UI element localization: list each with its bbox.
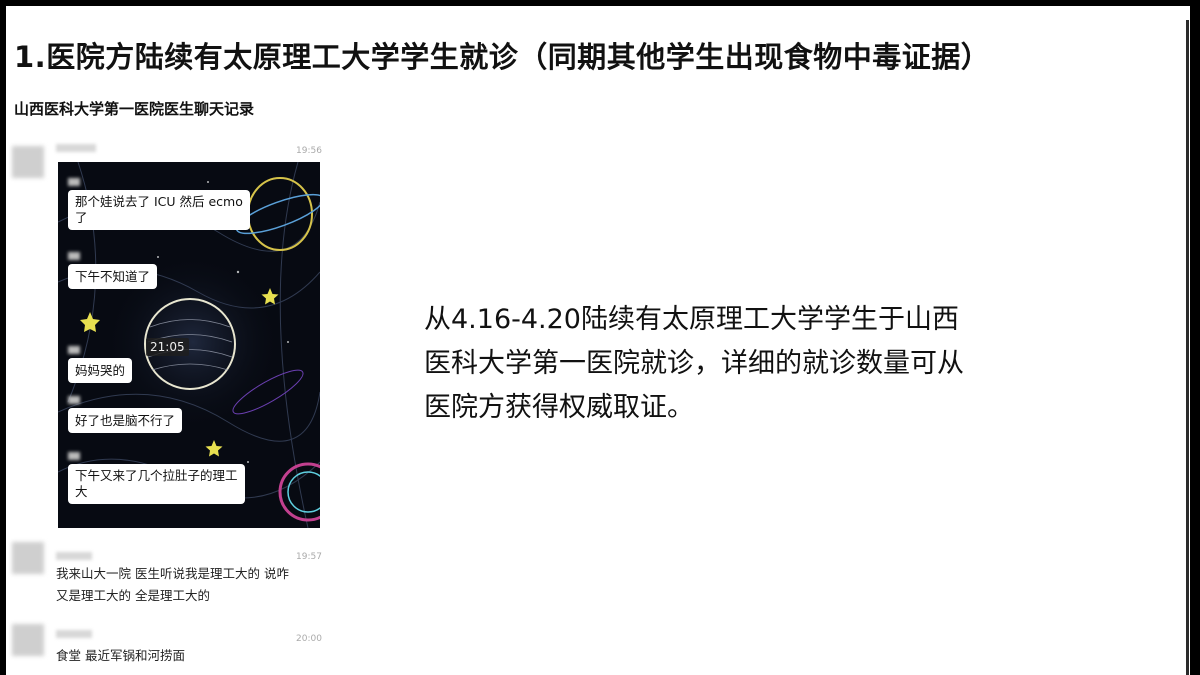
message-time: 19:56 bbox=[296, 146, 322, 156]
blurred-name bbox=[56, 630, 92, 638]
blurred-name bbox=[56, 144, 96, 152]
chat-screenshot: 19:56 那个娃说去了 ICU 然后 ecmo 了 下午不知道了 21:05 … bbox=[8, 134, 328, 675]
chat-message: 又是理工大的 全是理工大的 bbox=[56, 588, 210, 603]
chat-bubble: 那个娃说去了 ICU 然后 ecmo 了 bbox=[68, 190, 250, 230]
body-paragraph: 从4.16-4.20陆续有太原理工大学学生于山西 医科大学第一医院就诊，详细的就… bbox=[424, 298, 1144, 430]
body-line: 从4.16-4.20陆续有太原理工大学学生于山西 bbox=[424, 304, 959, 335]
message-time: 20:00 bbox=[296, 634, 322, 644]
edge-bar bbox=[1186, 20, 1189, 675]
page-title: 1.医院方陆续有太原理工大学学生就诊（同期其他学生出现食物中毒证据） bbox=[14, 40, 991, 74]
chat-bubble-text: 下午又来了几个拉肚子的理工 bbox=[75, 468, 238, 483]
slide: 1.医院方陆续有太原理工大学学生就诊（同期其他学生出现食物中毒证据） 山西医科大… bbox=[6, 6, 1190, 675]
chat-photo: 那个娃说去了 ICU 然后 ecmo 了 下午不知道了 21:05 妈妈哭的 好… bbox=[58, 162, 320, 528]
chat-bubble-text: 大 bbox=[75, 484, 88, 499]
body-line: 医院方获得权威取证。 bbox=[424, 392, 694, 423]
chat-message: 食堂 最近军锅和河捞面 bbox=[56, 648, 185, 663]
blurred-name bbox=[56, 552, 92, 560]
message-time: 19:57 bbox=[296, 552, 322, 562]
page-subtitle: 山西医科大学第一医院医生聊天记录 bbox=[14, 100, 255, 118]
chat-bubble: 下午又来了几个拉肚子的理工 大 bbox=[68, 464, 245, 504]
chat-message: 我来山大一院 医生听说我是理工大的 说咋 bbox=[56, 566, 289, 581]
chat-bubble-text: 那个娃说去了 ICU 然后 ecmo bbox=[75, 194, 243, 209]
photo-timestamp: 21:05 bbox=[146, 338, 189, 356]
avatar bbox=[12, 624, 44, 656]
chat-bubble-text: 了 bbox=[75, 210, 88, 225]
body-line: 医科大学第一医院就诊，详细的就诊数量可从 bbox=[424, 348, 964, 379]
avatar bbox=[12, 542, 44, 574]
chat-bubble: 好了也是脑不行了 bbox=[68, 408, 183, 433]
chat-bubble: 妈妈哭的 bbox=[68, 358, 133, 383]
chat-bubble: 下午不知道了 bbox=[68, 264, 158, 289]
avatar bbox=[12, 146, 44, 178]
